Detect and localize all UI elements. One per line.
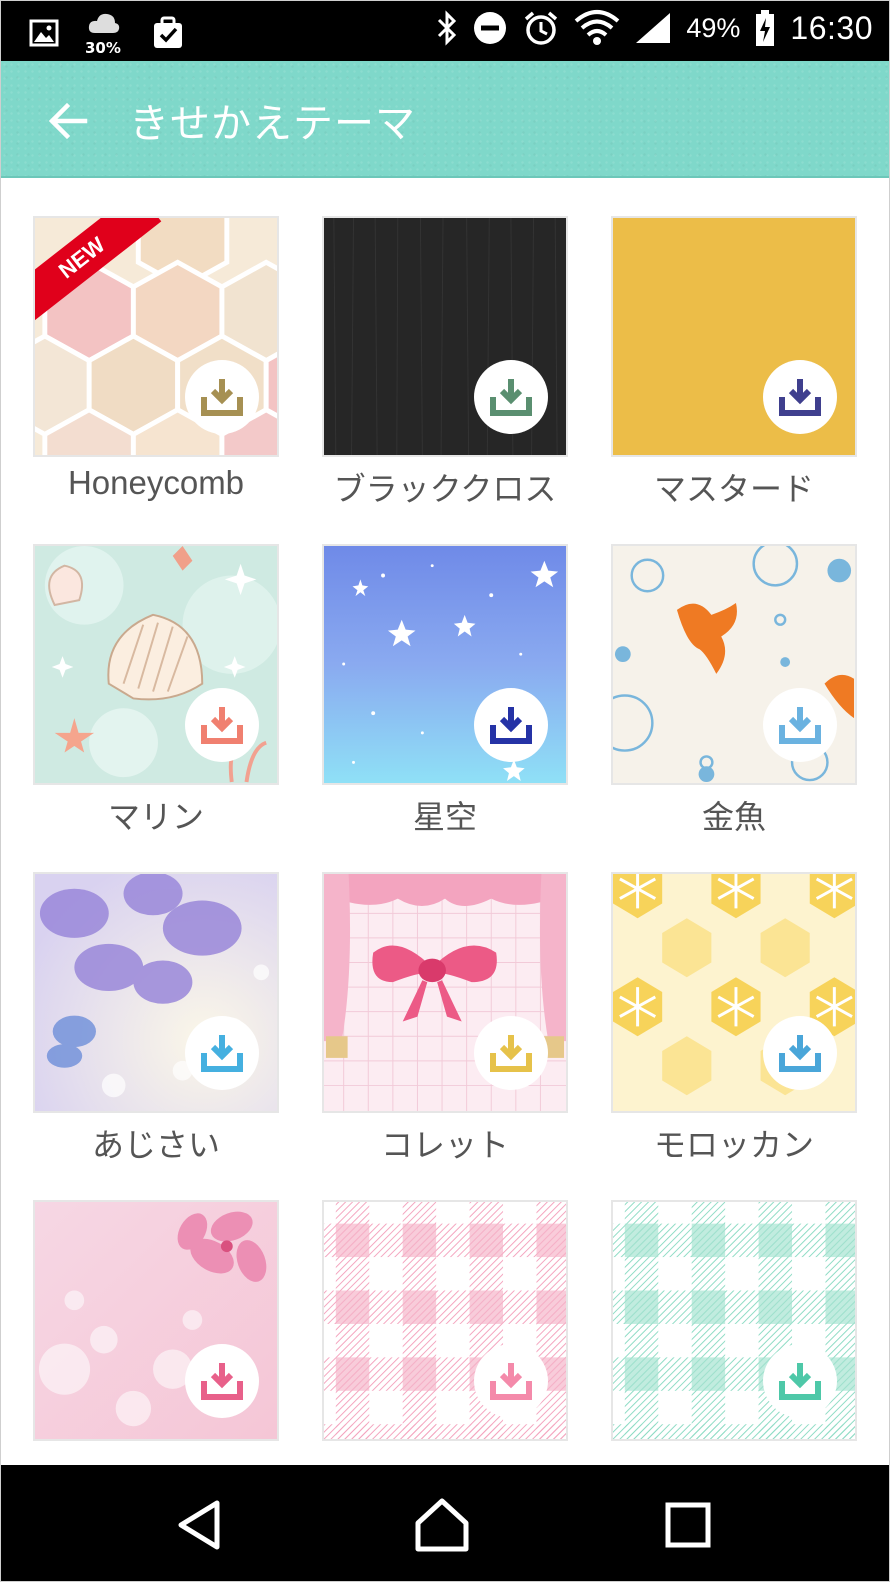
- download-button[interactable]: [474, 688, 548, 762]
- theme-thumbnail[interactable]: NEW: [33, 216, 279, 457]
- download-icon: [201, 1363, 243, 1400]
- theme-thumbnail[interactable]: [322, 1200, 568, 1441]
- download-icon: [779, 379, 821, 416]
- download-button[interactable]: [474, 1344, 548, 1418]
- download-button[interactable]: [763, 360, 837, 434]
- home-icon: [415, 1498, 469, 1552]
- theme-thumbnail[interactable]: [611, 1200, 857, 1441]
- theme-thumbnail[interactable]: [611, 872, 857, 1113]
- image-notification-icon: [29, 18, 59, 48]
- theme-name: ブラッククロス: [333, 470, 557, 508]
- cloud-weather-icon: 30%: [85, 11, 125, 57]
- app-window: 30% 49% 16:30 きせかえテーマ NEW Honeycomb ブラック…: [0, 0, 890, 1582]
- theme-name: モロッカン: [653, 1126, 814, 1164]
- download-icon: [490, 379, 532, 416]
- download-icon: [779, 1363, 821, 1400]
- nav-home-button[interactable]: [412, 1495, 472, 1555]
- download-icon: [201, 379, 243, 416]
- download-button[interactable]: [763, 1016, 837, 1090]
- theme-name: あじさい: [91, 1126, 220, 1164]
- download-button[interactable]: [185, 1016, 259, 1090]
- theme-thumbnail[interactable]: [611, 544, 857, 785]
- status-bar: 30% 49% 16:30: [1, 1, 889, 61]
- theme-thumbnail[interactable]: [33, 872, 279, 1113]
- theme-thumbnail[interactable]: [322, 216, 568, 457]
- page-title: きせかえテーマ: [129, 101, 416, 147]
- theme-name: 金魚: [701, 798, 766, 836]
- theme-name: コレット: [380, 1126, 509, 1164]
- bluetooth-icon: [436, 10, 458, 46]
- theme-thumbnail[interactable]: [33, 1200, 279, 1441]
- theme-grid: NEW Honeycomb ブラッククロス マスタード マリン 星空 金魚 あじ…: [1, 179, 889, 1465]
- cell-signal-icon: [634, 11, 672, 45]
- download-icon: [490, 1363, 532, 1400]
- download-icon: [201, 1035, 243, 1072]
- download-button[interactable]: [763, 1344, 837, 1418]
- download-icon: [490, 707, 532, 744]
- wifi-icon: [574, 9, 620, 47]
- download-icon: [779, 1035, 821, 1072]
- app-bar: きせかえテーマ: [1, 61, 889, 178]
- battery-percent: 49%: [686, 12, 741, 43]
- battery-charging-icon: [754, 9, 776, 47]
- theme-name: マスタード: [653, 470, 814, 508]
- theme-thumbnail[interactable]: [611, 216, 857, 457]
- alarm-icon: [522, 9, 560, 47]
- clock: 16:30: [790, 9, 873, 46]
- download-icon: [201, 707, 243, 744]
- back-triangle-icon: [178, 1500, 220, 1550]
- theme-name: Honeycomb: [67, 464, 245, 501]
- do-not-disturb-icon: [472, 10, 508, 46]
- back-button[interactable]: [45, 97, 93, 145]
- download-icon: [490, 1035, 532, 1072]
- theme-name: マリン: [107, 798, 204, 836]
- download-icon: [779, 707, 821, 744]
- download-button[interactable]: [185, 1344, 259, 1418]
- recents-square-icon: [665, 1502, 711, 1548]
- nav-recents-button[interactable]: [658, 1495, 718, 1555]
- system-nav-bar: [1, 1465, 889, 1581]
- nav-back-button[interactable]: [171, 1495, 231, 1555]
- download-button[interactable]: [763, 688, 837, 762]
- theme-name: 星空: [412, 798, 477, 836]
- arrow-left-icon: [48, 102, 88, 140]
- download-button[interactable]: [185, 360, 259, 434]
- theme-thumbnail[interactable]: [322, 872, 568, 1113]
- theme-thumbnail[interactable]: [322, 544, 568, 785]
- download-button[interactable]: [185, 688, 259, 762]
- download-button[interactable]: [474, 1016, 548, 1090]
- theme-thumbnail[interactable]: [33, 544, 279, 785]
- weather-percent: 30%: [85, 39, 121, 57]
- download-button[interactable]: [474, 360, 548, 434]
- clipboard-check-icon: [151, 16, 185, 50]
